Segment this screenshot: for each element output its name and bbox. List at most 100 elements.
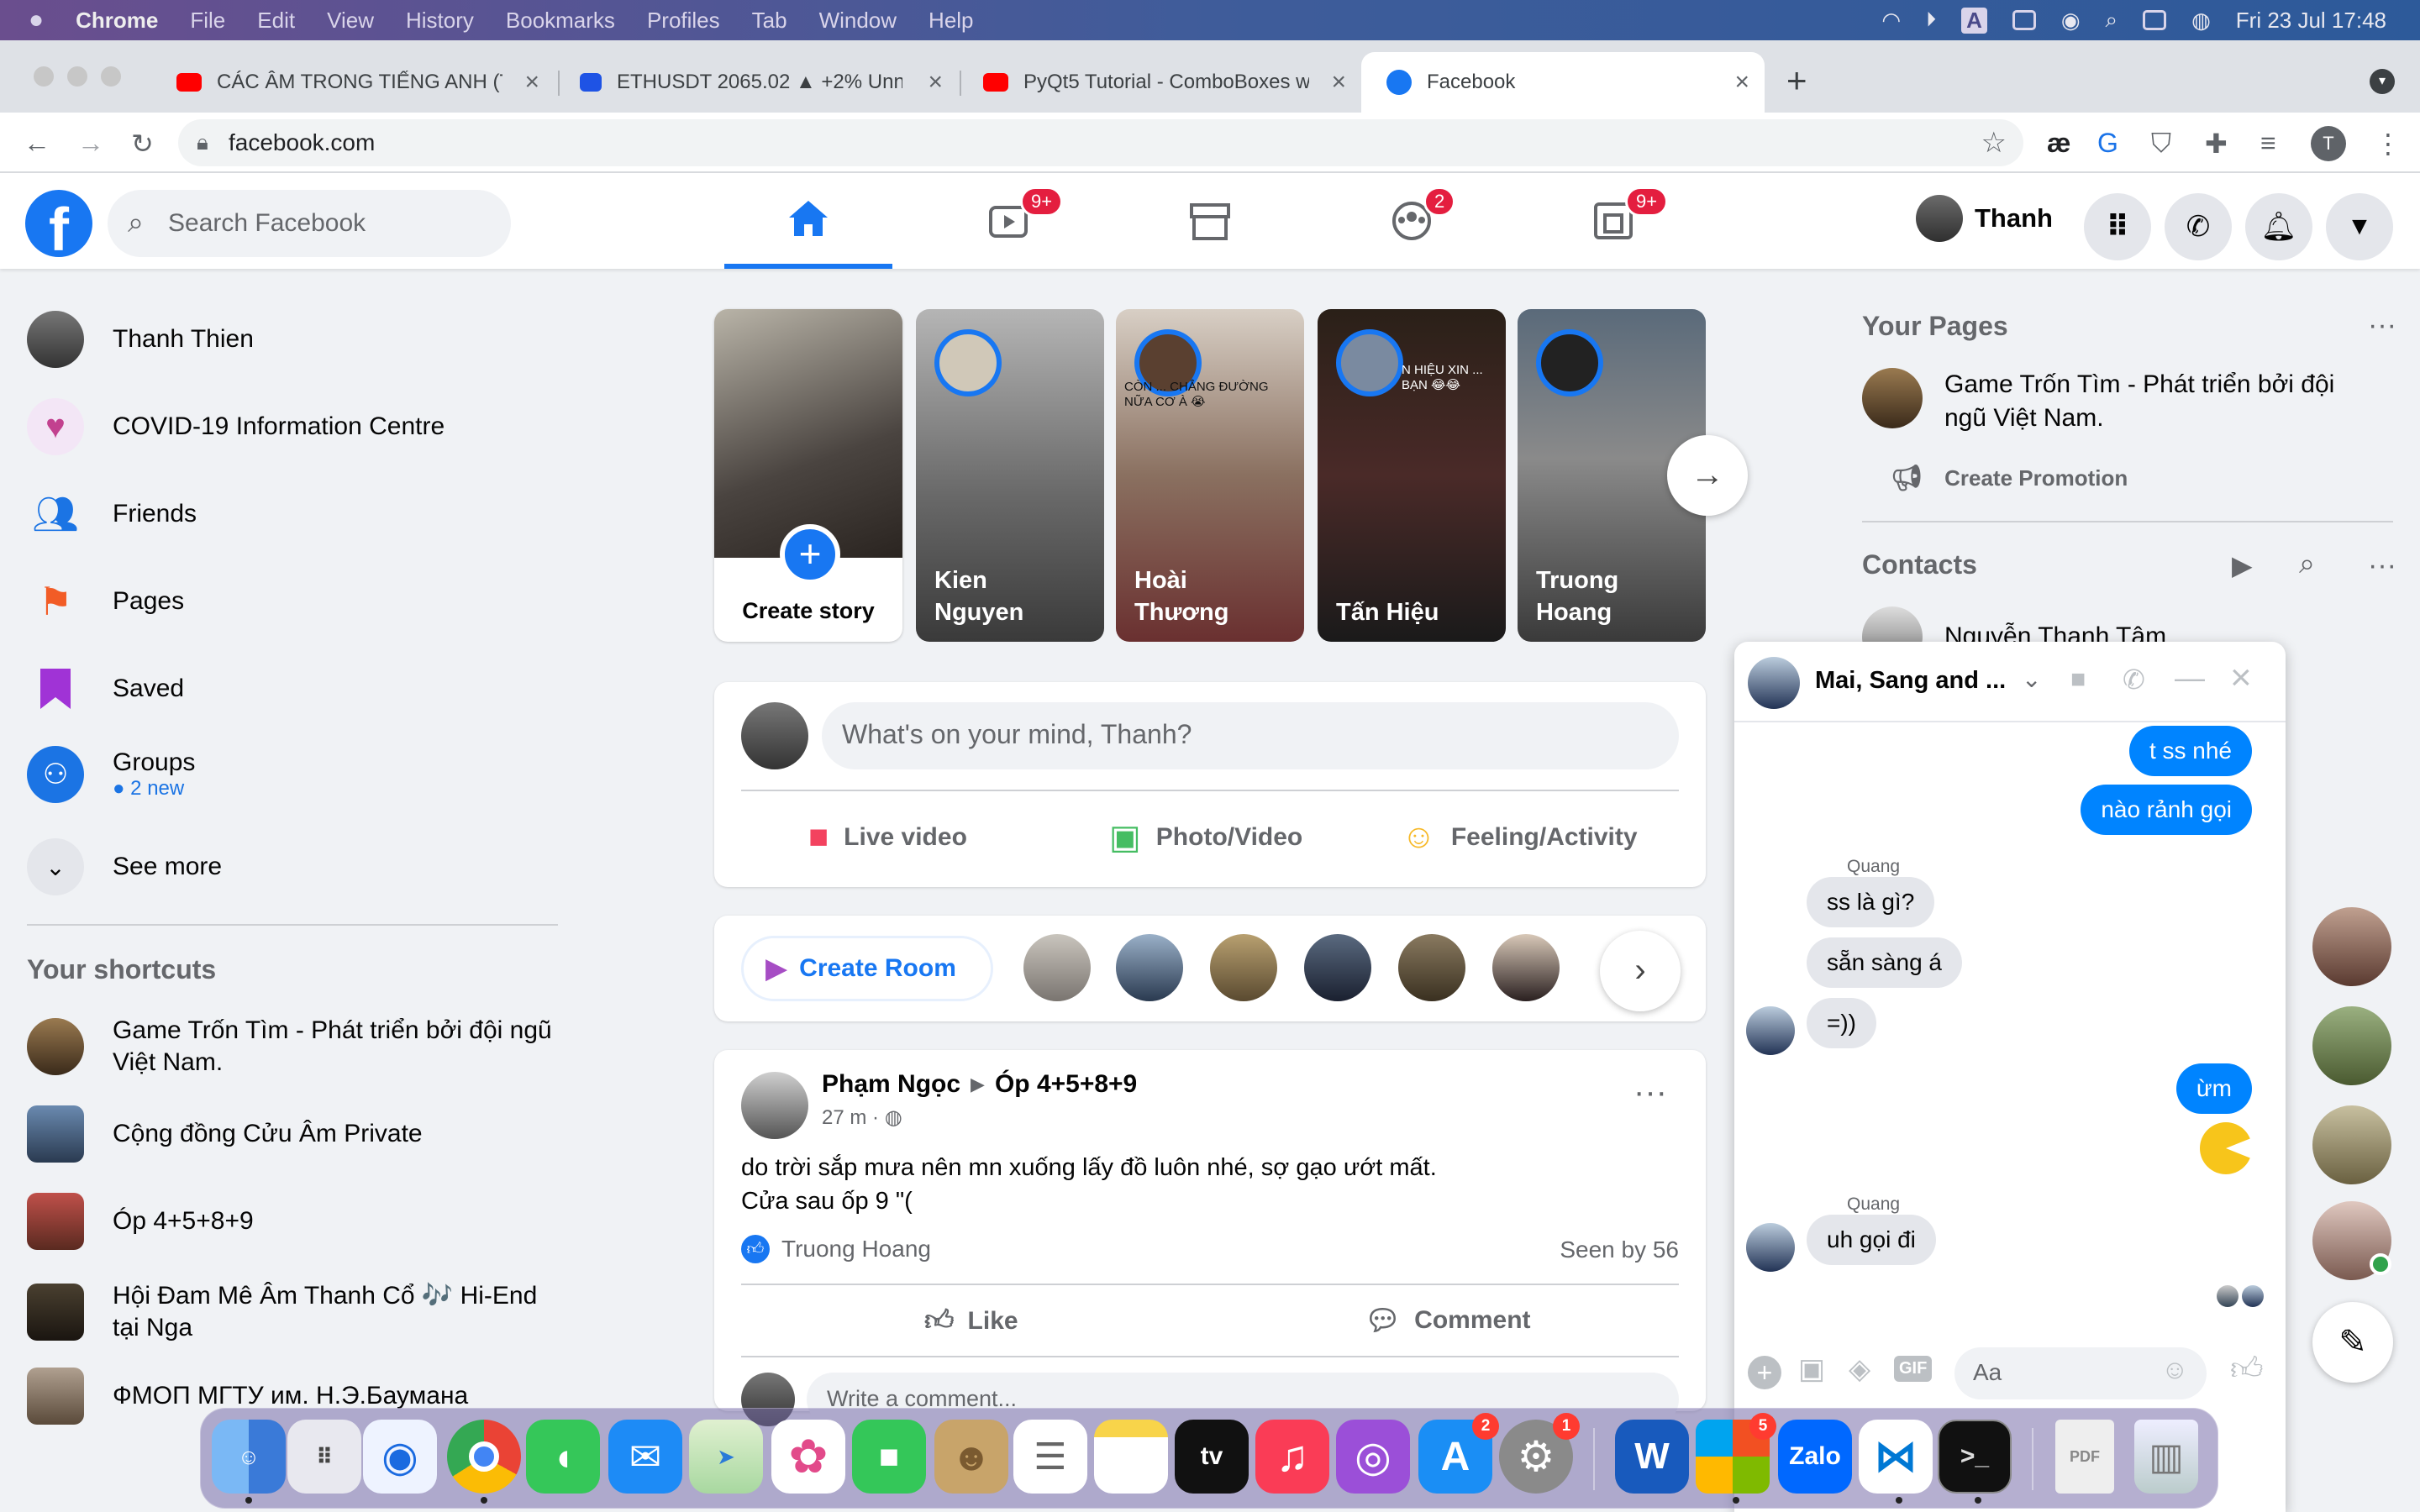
menu-app-name[interactable]: Chrome [76, 8, 158, 34]
dock-launchpad[interactable]: ⠿ [287, 1420, 361, 1494]
dock-podcasts[interactable]: ◎ [1336, 1420, 1410, 1494]
stories-next-button[interactable]: → [1667, 435, 1748, 516]
close-icon[interactable]: × [2230, 657, 2252, 699]
menu-history[interactable]: History [406, 8, 474, 34]
input-source-icon[interactable]: A [1961, 7, 1987, 34]
close-tab-icon[interactable]: × [1734, 68, 1749, 97]
video-call-icon[interactable]: ■ [2070, 665, 2086, 694]
shortcut-item[interactable]: Game Trốn Tìm - Phát triển bởi đội ngũ V… [27, 1015, 565, 1079]
like-button[interactable]: 👍︎ Like [924, 1304, 1018, 1338]
forward-icon[interactable]: → [77, 128, 104, 159]
close-tab-icon[interactable]: × [928, 68, 943, 97]
dock-facetime[interactable]: ■ [852, 1420, 926, 1494]
more-options-icon[interactable]: ··· [2368, 309, 2396, 342]
menu-edit[interactable]: Edit [257, 8, 295, 34]
shortcut-item[interactable]: Hội Đam Mê Âm Thanh Cổ 🎶 Hi-End tại Nga [27, 1280, 565, 1344]
pacman-sticker[interactable] [2200, 1122, 2252, 1174]
message-bubble[interactable]: nào rảnh gọi [2081, 785, 2252, 835]
chat-head[interactable] [2312, 907, 2391, 986]
wifi-icon[interactable]: ◠ [1881, 8, 1901, 34]
create-story-card[interactable]: + Create story [714, 309, 902, 642]
dock-word[interactable]: W [1615, 1420, 1689, 1494]
room-avatar[interactable] [1492, 934, 1560, 1001]
siri-icon[interactable]: ◍ [2191, 8, 2211, 34]
message-bubble[interactable]: uh gọi đi [1807, 1215, 1936, 1265]
kebab-menu-icon[interactable]: ⋮ [2375, 128, 2402, 160]
room-avatar[interactable] [1023, 934, 1091, 1001]
google-translate-icon[interactable]: G [2097, 128, 2118, 159]
tab-2[interactable]: ETHUSDT 2065.02 ▲ +2% Unn × [555, 52, 958, 113]
dock-photos[interactable]: ✿ [771, 1420, 845, 1494]
dock-system-preferences[interactable]: ⚙ 1 [1499, 1413, 1580, 1494]
menu-window[interactable]: Window [819, 8, 897, 34]
sidebar-item-pages[interactable]: ⚑ Pages [27, 573, 184, 630]
search-contacts-icon[interactable]: ⌕ [2299, 548, 2315, 580]
dock-notes[interactable] [1094, 1420, 1168, 1494]
battery-icon[interactable] [2012, 10, 2036, 30]
room-avatar[interactable] [1304, 934, 1371, 1001]
dock-microsoft[interactable]: 5 [1696, 1413, 1776, 1494]
post-time[interactable]: 27 m · [822, 1106, 885, 1129]
story-card[interactable]: CÒN ... CHẲNG ĐƯỜNG NỮA CƠ À 😭 Hoài Thươ… [1116, 309, 1304, 642]
new-room-icon[interactable]: ▶ [2232, 549, 2253, 581]
message-bubble[interactable]: =)) [1807, 998, 1876, 1048]
feeling-activity-button[interactable]: ☺ Feeling/Activity [1402, 818, 1638, 856]
story-card[interactable]: Kien Nguyen [916, 309, 1104, 642]
shortcut-item[interactable]: Óp 4+5+8+9 [27, 1193, 254, 1250]
menu-profiles[interactable]: Profiles [647, 8, 720, 34]
seen-count[interactable]: Seen by 56 [1560, 1236, 1679, 1263]
comment-button[interactable]: 💬︎ Comment [1365, 1304, 1531, 1337]
rooms-next-button[interactable]: › [1600, 931, 1681, 1011]
room-avatar[interactable] [1398, 934, 1465, 1001]
address-bar[interactable]: 🔒︎ facebook.com ☆ [178, 119, 2023, 166]
window-zoom-button[interactable] [101, 66, 121, 87]
sidebar-item-friends[interactable]: 👥︎ Friends [27, 486, 197, 543]
sidebar-item-saved[interactable]: Saved [27, 660, 184, 717]
datetime[interactable]: Fri 23 Jul 17:48 [2236, 8, 2386, 34]
tab-home[interactable] [724, 173, 892, 269]
profile-avatar[interactable]: T [2311, 126, 2346, 161]
dock-reminders[interactable]: ☰ [1013, 1420, 1087, 1494]
room-avatar[interactable] [1116, 934, 1183, 1001]
chat-head[interactable] [2312, 1201, 2391, 1280]
sidebar-item-covid[interactable]: ♥ COVID-19 Information Centre [27, 398, 445, 455]
create-promotion-button[interactable]: 📢︎ Create Promotion [1891, 464, 2128, 493]
photo-video-button[interactable]: ▣ Photo/Video [1109, 818, 1302, 857]
sticker-icon[interactable]: ◈ [1849, 1352, 1870, 1386]
dock-zalo[interactable]: Zalo [1778, 1420, 1852, 1494]
lock-icon[interactable]: 🔒︎ [197, 129, 208, 156]
new-tab-icon[interactable]: + [1786, 60, 1807, 101]
dock-mail[interactable]: ✉ [608, 1420, 682, 1494]
window-minimize-button[interactable] [67, 66, 87, 87]
chat-head[interactable] [2312, 1105, 2391, 1184]
avatar[interactable] [741, 1072, 808, 1139]
emoji-icon[interactable]: ☺ [2161, 1354, 2189, 1385]
dock-vscode[interactable]: ⋈ [1859, 1420, 1933, 1494]
post-author[interactable]: Phạm Ngọc [822, 1070, 960, 1099]
back-icon[interactable]: ← [24, 128, 50, 159]
more-options-icon[interactable]: ··· [2368, 549, 2396, 582]
messenger-button[interactable]: ✆ [2165, 193, 2232, 260]
chat-title[interactable]: Mai, Sang and ... [1815, 667, 2006, 695]
phone-icon[interactable]: ✆ [2123, 664, 2145, 696]
dock-messages[interactable]: ◖ [526, 1420, 600, 1494]
puzzle-extensions-icon[interactable]: ✚ [2205, 128, 2228, 160]
page-item[interactable]: Game Trốn Tìm - Phát triển bởi đội ngũ V… [1862, 368, 2366, 435]
plus-icon[interactable]: + [1748, 1356, 1781, 1389]
menu-view[interactable]: View [327, 8, 374, 34]
story-card[interactable]: N HIỆU XIN ... BẠN 😂😂 Tấn Hiệu [1318, 309, 1506, 642]
play-icon[interactable]: ⏵ [1926, 8, 1936, 32]
dock-pdf-document[interactable]: PDF [2055, 1420, 2114, 1494]
dock-chrome[interactable] [447, 1420, 521, 1494]
profile-shortcut[interactable]: Thanh [1916, 195, 2053, 242]
dock-terminal[interactable]: >_ [1938, 1420, 2012, 1494]
more-options-icon[interactable]: ··· [1634, 1074, 1667, 1111]
tab-1[interactable]: CÁC ÂM TRONG TIẾNG ANH (T × [151, 52, 555, 113]
tab-facebook[interactable]: Facebook × [1361, 52, 1765, 113]
shortcut-item[interactable]: Cộng đồng Cửu Âm Private [27, 1105, 423, 1163]
chat-head[interactable] [2312, 1006, 2391, 1085]
window-close-button[interactable] [34, 66, 54, 87]
dock-music[interactable]: ♫ [1255, 1420, 1329, 1494]
dock-maps[interactable]: ➤ [689, 1420, 763, 1494]
create-room-button[interactable]: ▶ Create Room [741, 936, 993, 1001]
